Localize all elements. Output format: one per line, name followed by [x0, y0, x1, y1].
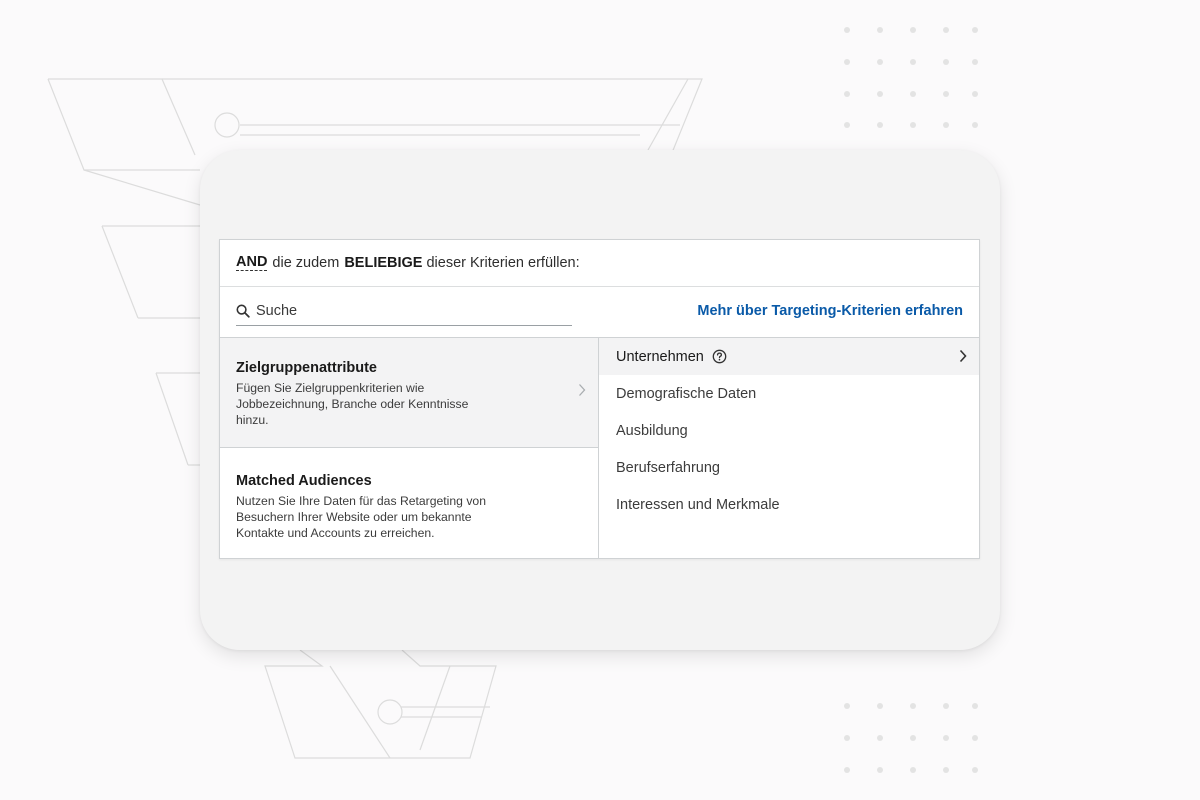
option-demographics[interactable]: Demografische Daten: [599, 375, 979, 412]
criteria-text-1: die zudem: [272, 255, 340, 271]
learn-more-link[interactable]: Mehr über Targeting-Kriterien erfahren: [697, 303, 963, 319]
category-description: Nutzen Sie Ihre Daten für das Retargetin…: [236, 494, 486, 540]
chevron-right-icon: [579, 384, 586, 396]
option-company[interactable]: Unternehmen: [599, 338, 979, 375]
search-icon: [236, 304, 250, 318]
chevron-right-icon: [959, 349, 967, 363]
criteria-emphasis: BELIEBIGE: [344, 255, 423, 271]
category-list: Zielgruppenattribute Fügen Sie Zielgrupp…: [220, 338, 599, 559]
category-matched-audiences[interactable]: Matched Audiences Nutzen Sie Ihre Daten …: [220, 449, 598, 559]
screenshot-card: AND die zudem BELIEBIGE dieser Kriterien…: [200, 150, 1000, 650]
option-interests-traits[interactable]: Interessen und Merkmale: [599, 486, 979, 523]
criteria-header: AND die zudem BELIEBIGE dieser Kriterien…: [220, 240, 979, 287]
option-label: Interessen und Merkmale: [616, 496, 780, 513]
option-education[interactable]: Ausbildung: [599, 412, 979, 449]
and-operator-toggle[interactable]: AND: [236, 255, 268, 271]
search-field[interactable]: [236, 297, 572, 326]
category-audience-attributes[interactable]: Zielgruppenattribute Fügen Sie Zielgrupp…: [220, 338, 598, 448]
subcategory-list: Unternehmen Demografische Daten Ausbildu…: [599, 338, 979, 559]
option-work-experience[interactable]: Berufserfahrung: [599, 449, 979, 486]
targeting-panel: AND die zudem BELIEBIGE dieser Kriterien…: [219, 239, 980, 559]
option-label: Demografische Daten: [616, 385, 757, 402]
search-row: Mehr über Targeting-Kriterien erfahren: [220, 287, 979, 338]
search-input[interactable]: [256, 303, 556, 319]
category-description: Fügen Sie Zielgruppenkriterien wie Jobbe…: [236, 381, 469, 427]
category-title: Zielgruppenattribute: [236, 360, 377, 376]
criteria-text-2: dieser Kriterien erfüllen:: [426, 255, 580, 271]
option-label: Unternehmen: [616, 348, 704, 365]
option-label: Berufserfahrung: [616, 459, 720, 476]
category-title: Matched Audiences: [236, 473, 372, 489]
option-label: Ausbildung: [616, 422, 688, 439]
help-icon[interactable]: [712, 349, 727, 364]
